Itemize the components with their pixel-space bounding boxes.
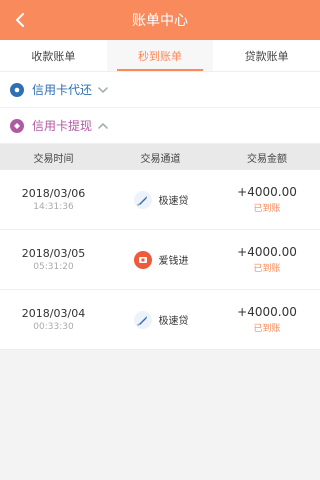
row-date: 2018/03/04 <box>21 307 86 320</box>
table-header: 交易时间 交易通道 交易金额 <box>0 144 320 170</box>
col-transaction-amount: 交易金额 <box>247 153 287 165</box>
col-transaction-channel: 交易通道 <box>140 153 181 165</box>
channel-name: 极速贷 <box>158 316 189 327</box>
tab-receipt-bill[interactable]: 收款账单 <box>0 40 107 71</box>
row-time: 14:31:36 <box>33 202 74 212</box>
chevron-left-icon <box>16 13 24 27</box>
row-amount: +4000.00 <box>237 245 297 259</box>
row-status: 已到账 <box>253 204 281 214</box>
section-credit-card-withdraw[interactable]: 信用卡提现 <box>0 108 320 144</box>
row-status: 已到账 <box>253 264 281 274</box>
rocket-icon <box>133 190 152 209</box>
withdraw-icon <box>10 118 24 133</box>
tab-loan-bill[interactable]: 贷款账单 <box>213 40 320 71</box>
rocket-icon <box>133 310 152 329</box>
row-amount: +4000.00 <box>237 185 297 199</box>
col-transaction-time: 交易时间 <box>33 153 74 165</box>
section-label: 信用卡提现 <box>32 119 93 133</box>
tab-bar: 收款账单 秒到账单 贷款账单 <box>0 40 320 72</box>
section-label: 信用卡代还 <box>32 83 93 97</box>
channel-name: 爱钱进 <box>158 256 189 267</box>
repay-icon <box>10 82 24 97</box>
app-header: 账单中心 <box>0 0 320 40</box>
chevron-down-icon <box>98 85 108 95</box>
table-row[interactable]: 2018/03/06 14:31:36 极速贷 +4000.00 已到账 <box>0 170 320 230</box>
tab-instant-bill[interactable]: 秒到账单 <box>106 40 214 71</box>
red-circle-logo-icon <box>133 250 152 269</box>
section-credit-card-repay[interactable]: 信用卡代还 <box>0 72 320 108</box>
channel-name: 极速贷 <box>158 196 189 207</box>
row-date: 2018/03/05 <box>21 247 86 260</box>
row-time: 00:33:30 <box>33 322 74 332</box>
empty-area <box>0 350 320 480</box>
table-row[interactable]: 2018/03/05 05:31:20 爱钱进 +4000.00 已到账 <box>0 230 320 290</box>
row-amount: +4000.00 <box>237 305 297 319</box>
back-button[interactable] <box>8 8 32 32</box>
chevron-up-icon <box>98 121 108 131</box>
row-status: 已到账 <box>253 324 281 334</box>
row-time: 05:31:20 <box>33 262 74 272</box>
row-date: 2018/03/06 <box>21 187 86 200</box>
page-title: 账单中心 <box>132 13 188 29</box>
table-row[interactable]: 2018/03/04 00:33:30 极速贷 +4000.00 已到账 <box>0 290 320 350</box>
